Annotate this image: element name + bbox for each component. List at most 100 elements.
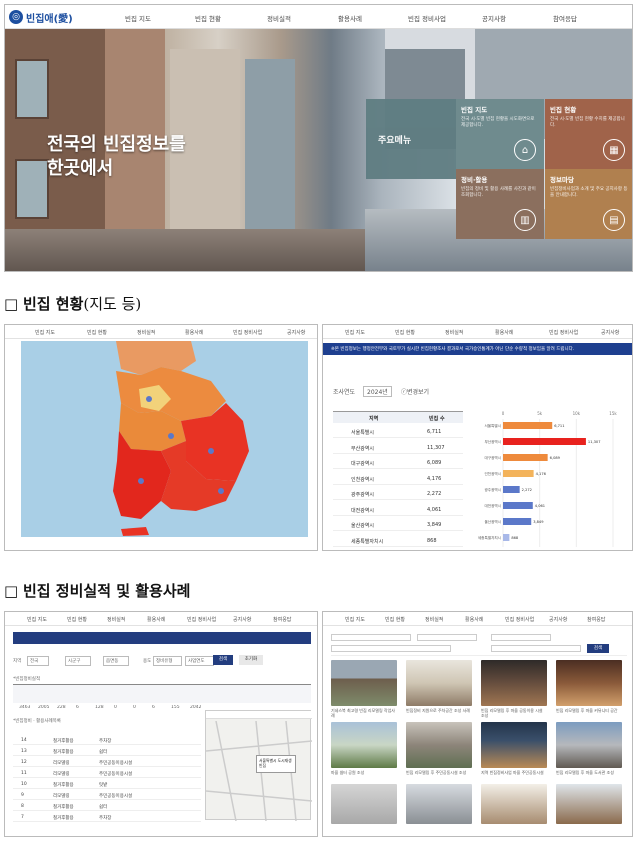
case-caption[interactable]: 빈집정비 지원으로 주차공간 조성 사례: [406, 708, 472, 718]
korea-choropleth-map[interactable]: [21, 341, 308, 537]
case-caption[interactable]: 빈집 리모델링 후 마을 공동이용 시설 조성: [481, 708, 547, 718]
nav-item[interactable]: 공지사항: [233, 616, 251, 623]
table-row[interactable]: 14 철거후활용 주차장: [13, 736, 201, 745]
filter-select-1[interactable]: 전국: [27, 656, 50, 666]
nav-item[interactable]: 정비실적: [137, 329, 155, 336]
nav-item[interactable]: 빈집 현황: [395, 329, 415, 336]
case-photo[interactable]: [331, 660, 397, 706]
nav-item[interactable]: 빈집 현황: [67, 616, 87, 623]
map-marker[interactable]: [146, 396, 152, 402]
region-cell: 서울특별시: [351, 430, 375, 436]
filter-select[interactable]: [491, 634, 551, 641]
bar[interactable]: [503, 438, 586, 445]
table-row[interactable]: 12 리모델링 주민공동이용시설: [13, 758, 201, 767]
search-button[interactable]: 검색: [587, 644, 609, 653]
table-row[interactable]: 7 철거후활용 주차장: [13, 813, 201, 822]
nav-item[interactable]: 정비실적: [107, 616, 125, 623]
nav-item-status[interactable]: 빈집 현황: [195, 13, 221, 23]
nav-item-map[interactable]: 빈집 지도: [125, 13, 151, 23]
case-photo[interactable]: [406, 722, 472, 768]
location-map[interactable]: 서울특별시 도시재생 빈집: [205, 710, 312, 821]
table-row[interactable]: 13 철거후활용 쉼터: [13, 747, 201, 756]
nav-item[interactable]: 빈집 정비사업: [549, 329, 578, 336]
filter-select[interactable]: [417, 634, 477, 641]
nav-item[interactable]: 빈집 현황: [385, 616, 405, 623]
refresh-link[interactable]: ⓡ변경보기: [401, 387, 429, 396]
table-row[interactable]: 8 철거후활용 쉼터: [13, 802, 201, 811]
nav-item[interactable]: 활용사례: [495, 329, 513, 336]
keyword-input[interactable]: [491, 645, 581, 652]
nav-item[interactable]: 빈집 정비사업: [233, 329, 262, 336]
nav-item[interactable]: 정비실적: [425, 616, 443, 623]
case-caption[interactable]: 지역 빈집정비사업 마을 주민공동시설: [481, 770, 547, 780]
case-caption[interactable]: 마을 쉼터 공원 조성: [331, 770, 397, 780]
case-photo[interactable]: [556, 784, 622, 824]
nav-item-survey[interactable]: 참여응답: [553, 13, 577, 23]
filter-select-2[interactable]: 시군구: [65, 656, 92, 666]
bar[interactable]: [503, 422, 553, 429]
bar[interactable]: [503, 502, 533, 509]
menu-card-info[interactable]: 정보마당 빈집정비사업과 소개 및 주요 공지사항 등을 안내합니다. ▤: [545, 169, 632, 239]
date-input[interactable]: [331, 645, 451, 652]
nav-item[interactable]: 빈집 지도: [345, 329, 365, 336]
case-photo[interactable]: [406, 660, 472, 706]
nav-item[interactable]: 참여응답: [587, 616, 605, 623]
table-row[interactable]: 11 리모델링 주민공동이용시설: [13, 769, 201, 778]
nav-item[interactable]: 빈집 정비사업: [505, 616, 534, 623]
map-toolbar[interactable]: [206, 711, 312, 719]
map-marker[interactable]: [208, 448, 214, 454]
table-row[interactable]: 9 리모델링 주민공동이용시설: [13, 791, 201, 800]
map-marker[interactable]: [138, 478, 144, 484]
menu-card-status[interactable]: 빈집 현황 전국 시·도별 빈집 현황 수치를 제공합니다. ▦: [545, 99, 632, 169]
nav-item[interactable]: 활용사례: [465, 616, 483, 623]
nav-item[interactable]: 공지사항: [549, 616, 567, 623]
nav-item-performance[interactable]: 정비실적: [267, 13, 291, 23]
table-row[interactable]: 10 철거후활용 텃밭: [13, 780, 201, 789]
nav-item[interactable]: 빈집 지도: [345, 616, 365, 623]
case-photo[interactable]: [331, 722, 397, 768]
map-marker[interactable]: [168, 433, 174, 439]
bar[interactable]: [503, 486, 520, 493]
case-photo[interactable]: [481, 722, 547, 768]
nav-item[interactable]: 빈집 정비사업: [187, 616, 216, 623]
case-photo[interactable]: [556, 660, 622, 706]
type-select-1[interactable]: 정비유형: [153, 656, 182, 666]
nav-item-project[interactable]: 빈집 정비사업: [408, 13, 446, 23]
nav-item[interactable]: 활용사례: [185, 329, 203, 336]
case-photo[interactable]: [481, 660, 547, 706]
case-photo[interactable]: [331, 784, 397, 824]
type-select-2[interactable]: 사업연도: [185, 656, 214, 666]
nav-item[interactable]: 정비실적: [445, 329, 463, 336]
nav-item[interactable]: 공지사항: [601, 329, 619, 336]
bar[interactable]: [503, 454, 548, 461]
menu-card-maintenance[interactable]: 정비·활용 빈집의 정비 및 활용 사례를 사진과 같이 조회합니다. ▥: [456, 169, 544, 239]
year-select[interactable]: 2024년: [363, 386, 392, 397]
map-marker[interactable]: [218, 488, 224, 494]
nav-item[interactable]: 빈집 지도: [35, 329, 55, 336]
case-photo[interactable]: [406, 784, 472, 824]
nav-item[interactable]: 참여응답: [273, 616, 291, 623]
case-photo[interactable]: [481, 784, 547, 824]
filter-select[interactable]: [331, 634, 411, 641]
reset-button[interactable]: 초기화: [239, 655, 263, 665]
site-logo[interactable]: ◎ 빈집애(愛): [9, 9, 73, 25]
bar[interactable]: [503, 518, 532, 525]
bar[interactable]: [503, 534, 510, 541]
nav-item-notice[interactable]: 공지사항: [482, 13, 506, 23]
case-caption[interactable]: 빈집 리모델링 후 주민공동시설 조성: [406, 770, 472, 780]
case-caption[interactable]: 기네스북 최고령 빈집 리모델링 작업사례: [331, 708, 397, 718]
nav-item[interactable]: 활용사례: [147, 616, 165, 623]
map-popup[interactable]: 서울특별시 도시재생 빈집: [256, 755, 296, 773]
case-photo[interactable]: [556, 722, 622, 768]
search-button[interactable]: 검색: [213, 655, 233, 665]
filter-select-3[interactable]: 읍면동: [103, 656, 130, 666]
case-caption[interactable]: 빈집 리모델링 후 마을 도서관 조성: [556, 770, 622, 780]
nav-item[interactable]: 공지사항: [287, 329, 305, 336]
menu-card-map[interactable]: 빈집 지도 전국 시·도별 빈집 현황을 시도화면으로 제공합니다. ⌂: [456, 99, 544, 169]
nav-item-cases[interactable]: 활용사례: [338, 13, 362, 23]
nav-item[interactable]: 빈집 현황: [87, 329, 107, 336]
bar[interactable]: [503, 470, 534, 477]
nav-item[interactable]: 빈집 지도: [27, 616, 47, 623]
year-label: 조사연도: [333, 389, 356, 396]
case-caption[interactable]: 빈집 리모델링 후 마을 커뮤니티 공간: [556, 708, 622, 718]
